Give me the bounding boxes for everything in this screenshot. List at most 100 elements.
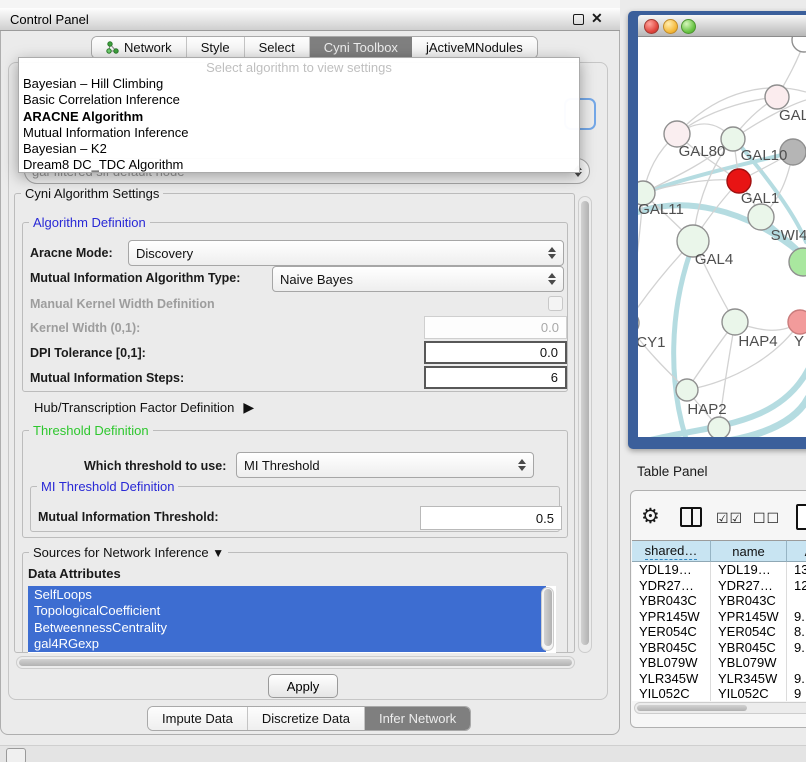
threshold-definition-title: Threshold Definition bbox=[29, 423, 153, 438]
mi-threshold-field[interactable]: 0.5 bbox=[420, 506, 562, 530]
table-cell[interactable]: YBR045C bbox=[711, 640, 787, 656]
expanded-arrow-icon[interactable]: ▼ bbox=[212, 546, 224, 560]
mi-type-select[interactable]: Naive Bayes bbox=[272, 266, 564, 292]
algorithm-option[interactable]: Mutual Information Inference bbox=[19, 125, 579, 141]
settings-hscrollbar-thumb[interactable] bbox=[19, 659, 572, 666]
table-hscrollbar[interactable] bbox=[634, 702, 806, 714]
teal-edges bbox=[638, 142, 806, 437]
list-vscrollbar-thumb[interactable] bbox=[544, 589, 552, 646]
minimized-panel-icon[interactable] bbox=[6, 748, 26, 762]
table-cell[interactable]: YDL19… bbox=[711, 562, 787, 578]
list-vscrollbar[interactable] bbox=[541, 587, 554, 651]
table-cell[interactable] bbox=[787, 593, 806, 609]
table-cell[interactable]: 9 bbox=[787, 686, 806, 701]
tab-style-label: Style bbox=[201, 40, 230, 55]
node-label: HAP4 bbox=[738, 333, 777, 350]
tab-cyni-toolbox-label: Cyni Toolbox bbox=[324, 40, 398, 55]
table-cell[interactable]: YPR145W bbox=[632, 609, 711, 625]
settings-vscrollbar[interactable] bbox=[578, 196, 592, 653]
network-node[interactable] bbox=[792, 37, 806, 52]
table-cell[interactable]: 9. bbox=[787, 671, 806, 687]
manual-kernel-checkbox[interactable] bbox=[548, 296, 563, 311]
algorithm-option[interactable]: Basic Correlation Inference bbox=[19, 92, 579, 108]
column-header-partial[interactable]: A bbox=[787, 540, 806, 562]
table-cell[interactable]: YER054C bbox=[711, 624, 787, 640]
tab-impute-data[interactable]: Impute Data bbox=[148, 707, 248, 730]
float-window-icon[interactable] bbox=[573, 14, 584, 25]
aracne-mode-select[interactable]: Discovery bbox=[128, 240, 564, 266]
deselect-all-checkboxes-icon[interactable]: ☐☐ bbox=[753, 510, 780, 527]
dpi-tolerance-field[interactable]: 0.0 bbox=[424, 341, 567, 364]
kernel-width-field[interactable]: 0.0 bbox=[424, 316, 567, 339]
table-cell[interactable]: YDL19… bbox=[632, 562, 711, 578]
network-node[interactable] bbox=[789, 248, 806, 276]
which-threshold-select[interactable]: MI Threshold bbox=[236, 452, 534, 478]
aracne-mode-label: Aracne Mode: bbox=[30, 246, 113, 260]
table-cell[interactable]: YPR145W bbox=[711, 609, 787, 625]
table-cell[interactable]: YIL052C bbox=[711, 686, 787, 701]
table-cell[interactable] bbox=[787, 655, 806, 671]
algorithm-option[interactable]: Bayesian – K2 bbox=[19, 141, 579, 157]
settings-hscrollbar[interactable] bbox=[16, 656, 575, 669]
list-item-selected[interactable]: SelfLoops bbox=[28, 586, 546, 603]
node-gcy1[interactable] bbox=[638, 311, 639, 335]
network-node[interactable] bbox=[788, 310, 806, 334]
table-hscrollbar-thumb[interactable] bbox=[637, 705, 747, 711]
table-cell[interactable]: 9. bbox=[787, 609, 806, 625]
table-cell[interactable]: 9. bbox=[787, 640, 806, 656]
table-cell[interactable]: YLR345W bbox=[632, 671, 711, 687]
apply-button[interactable]: Apply bbox=[268, 674, 338, 698]
tab-network[interactable]: Network bbox=[92, 37, 187, 58]
column-header-name[interactable]: name bbox=[711, 540, 787, 562]
tab-select[interactable]: Select bbox=[245, 37, 310, 58]
table-cell[interactable]: YDR27… bbox=[632, 578, 711, 594]
document-icon[interactable] bbox=[796, 504, 806, 530]
table-header: shared… name A bbox=[632, 540, 806, 562]
collapsed-arrow-icon[interactable]: ▶ bbox=[243, 399, 254, 416]
table-cell[interactable]: YIL052C bbox=[632, 686, 711, 701]
table-cell[interactable]: YDR27… bbox=[711, 578, 787, 594]
list-item-selected[interactable]: BetweennessCentrality bbox=[28, 619, 546, 636]
node-label: GAL1 bbox=[741, 190, 779, 207]
tab-jactivemnodules[interactable]: jActiveMNodules bbox=[412, 37, 537, 58]
table-cell[interactable]: YLR345W bbox=[711, 671, 787, 687]
algorithm-option[interactable]: Bayesian – Hill Climbing bbox=[19, 76, 579, 92]
zoom-traffic-light[interactable] bbox=[681, 19, 696, 34]
table-cell[interactable]: YBR043C bbox=[711, 593, 787, 609]
network-node[interactable] bbox=[765, 85, 789, 109]
minimize-traffic-light[interactable] bbox=[663, 19, 678, 34]
tab-discretize-data[interactable]: Discretize Data bbox=[248, 707, 365, 730]
table-cell[interactable]: YBL079W bbox=[632, 655, 711, 671]
tab-cyni-toolbox[interactable]: Cyni Toolbox bbox=[310, 37, 412, 58]
dpi-tolerance-label: DPI Tolerance [0,1]: bbox=[30, 346, 146, 360]
mi-steps-field[interactable]: 6 bbox=[424, 366, 567, 389]
table-cell[interactable]: YBR043C bbox=[632, 593, 711, 609]
table-cell[interactable]: YBL079W bbox=[711, 655, 787, 671]
gear-icon[interactable]: ⚙ bbox=[641, 505, 660, 529]
column-header-shared-name[interactable]: shared… bbox=[632, 540, 711, 562]
table-cell[interactable]: 12 bbox=[787, 578, 806, 594]
close-icon[interactable]: ✕ bbox=[591, 10, 603, 27]
table-cell[interactable]: 13 bbox=[787, 562, 806, 578]
network-node[interactable] bbox=[708, 417, 730, 437]
table-cell[interactable]: YER054C bbox=[632, 624, 711, 640]
mi-type-value: Naive Bayes bbox=[280, 272, 548, 287]
list-item-selected[interactable]: TopologicalCoefficient bbox=[28, 603, 546, 620]
split-columns-icon[interactable] bbox=[680, 507, 702, 527]
tab-style[interactable]: Style bbox=[187, 37, 245, 58]
tab-infer-network[interactable]: Infer Network bbox=[365, 707, 470, 730]
node-hap2[interactable] bbox=[676, 379, 698, 401]
node-hap4[interactable] bbox=[722, 309, 748, 335]
algorithm-option[interactable]: Dream8 DC_TDC Algorithm bbox=[19, 157, 579, 173]
settings-vscrollbar-thumb[interactable] bbox=[581, 201, 589, 645]
hub-definition-section[interactable]: Hub/Transcription Factor Definition ▶ bbox=[34, 399, 254, 416]
close-traffic-light[interactable] bbox=[644, 19, 659, 34]
control-panel-titlebar[interactable]: Control Panel bbox=[0, 8, 620, 31]
network-window-titlebar[interactable] bbox=[638, 15, 806, 37]
table-cell[interactable]: YBR045C bbox=[632, 640, 711, 656]
algorithm-option-selected[interactable]: ARACNE Algorithm bbox=[19, 109, 579, 125]
list-item-selected[interactable]: gal4RGexp bbox=[28, 636, 546, 653]
table-cell[interactable]: 8. bbox=[787, 624, 806, 640]
network-canvas[interactable]: GAL GAL80 GAL10 GAL1 GAL11 SWI4 GAL4 GCY… bbox=[638, 37, 806, 437]
select-all-checkboxes-icon[interactable]: ☑☑ bbox=[716, 510, 743, 527]
